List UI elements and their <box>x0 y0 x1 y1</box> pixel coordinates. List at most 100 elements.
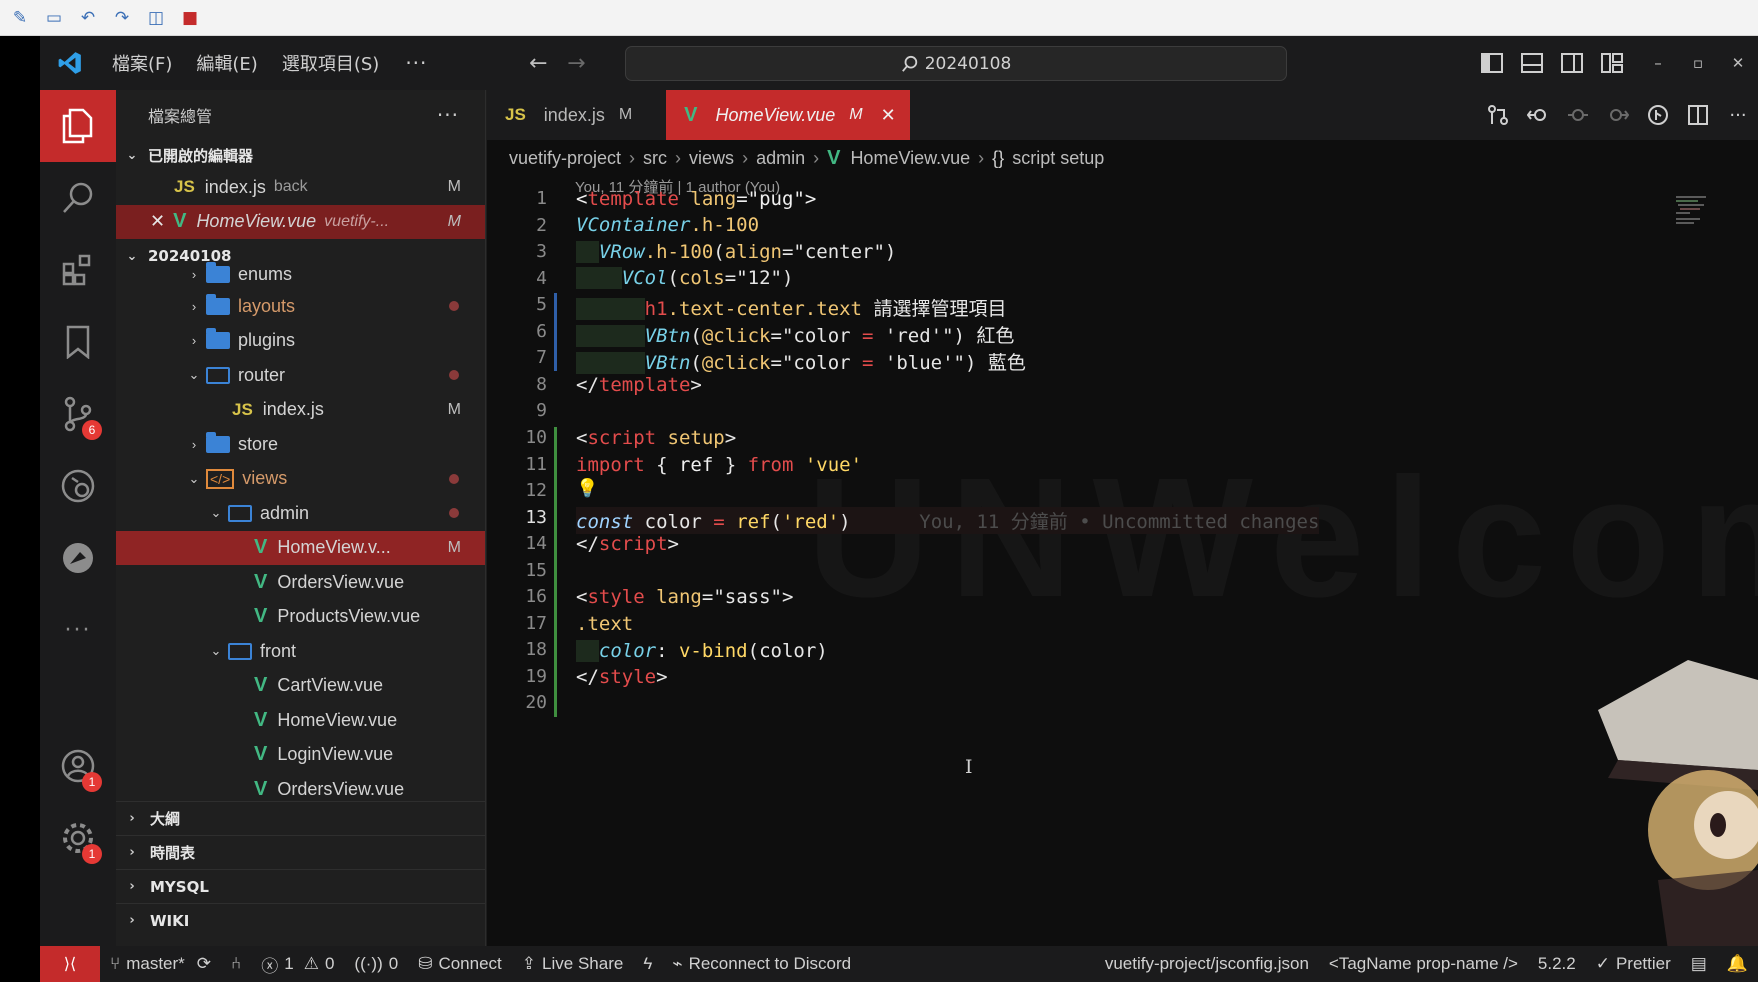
open-editors-section[interactable]: ⌄ 已開啟的編輯器 <box>116 140 485 170</box>
tree-folder[interactable]: ⌄ admin <box>116 496 485 531</box>
open-editor-item[interactable]: ✕ V HomeView.vue vuetify-... M <box>116 204 485 239</box>
code-line: VBtn(@click="color = 'red'") 紅色 <box>576 321 1014 348</box>
timeline-section[interactable]: › 時間表 <box>116 835 485 869</box>
app-icon[interactable]: ✎ <box>6 5 34 31</box>
next-change-icon[interactable] <box>1598 90 1638 140</box>
branch-indicator[interactable]: ⑂ master* ⟳ <box>100 954 221 974</box>
line-number: 6 <box>536 320 547 342</box>
discord-button[interactable]: ⌁ Reconnect to Discord <box>662 954 861 974</box>
tree-folder[interactable]: › layouts <box>116 289 485 324</box>
explorer-more-icon[interactable]: ··· <box>437 103 459 127</box>
prettier-indicator[interactable]: ✓ Prettier <box>1586 954 1681 974</box>
tree-file[interactable]: V ProductsView.vue <box>116 600 485 635</box>
monitor-icon[interactable]: ▭ <box>40 5 68 31</box>
screenshot-icon[interactable]: ◫ <box>142 5 170 31</box>
restore-icon[interactable]: ▫ <box>1678 36 1718 90</box>
wiki-section[interactable]: › WIKI <box>116 903 485 937</box>
feedback-icon[interactable]: ▤ <box>1681 954 1717 974</box>
menu-more-icon[interactable]: ··· <box>391 51 441 75</box>
manage-gear-icon[interactable]: 1 <box>40 802 116 874</box>
notifications-bell-icon[interactable]: 🔔 <box>1717 954 1758 974</box>
line-number: 4 <box>536 267 547 289</box>
tree-file[interactable]: V OrdersView.vue <box>116 772 485 799</box>
back-arrow-icon[interactable]: ← <box>519 51 557 76</box>
breadcrumb: vuetify-project › src › views › admin › V Ho… <box>509 146 1105 169</box>
breadcrumb-item[interactable]: src <box>643 148 667 169</box>
run-debug-icon[interactable] <box>40 450 116 522</box>
explorer-icon[interactable] <box>40 90 116 162</box>
command-center[interactable]: 20240108 <box>625 46 1287 81</box>
tree-file[interactable]: V CartView.vue <box>116 669 485 704</box>
ports-indicator[interactable]: ((·)) 0 <box>344 954 408 974</box>
tree-label: ProductsView.vue <box>277 606 421 627</box>
forward-arrow-icon[interactable]: → <box>557 51 595 76</box>
bookmark-icon[interactable] <box>40 306 116 378</box>
close-editor-icon[interactable]: ✕ <box>150 211 165 232</box>
tagname-indicator[interactable]: <TagName prop-name /> <box>1319 954 1528 974</box>
toggle-secondary-sidebar-icon[interactable] <box>1552 36 1592 90</box>
live-share-icon: ⇪ <box>521 954 537 973</box>
split-editor-icon[interactable] <box>1678 90 1718 140</box>
problems-indicator[interactable]: ⓧ 1 ⚠ 0 <box>251 952 344 977</box>
tree-file[interactable]: V HomeView.vue <box>116 703 485 738</box>
remote-explorer-icon[interactable] <box>40 522 116 594</box>
undo-icon[interactable]: ↶ <box>74 5 102 31</box>
lightbulb-icon[interactable]: 💡 <box>576 478 598 499</box>
tab-label: HomeView.vue <box>715 104 836 125</box>
menu-selection[interactable]: 選取項目(S) <box>270 36 391 90</box>
tree-file[interactable]: V OrdersView.vue <box>116 565 485 600</box>
tree-folder[interactable]: › plugins <box>116 324 485 359</box>
version-indicator[interactable]: 5.2.2 <box>1528 954 1586 974</box>
record-icon[interactable]: ■ <box>176 5 204 31</box>
tree-folder[interactable]: › store <box>116 427 485 462</box>
connect-button[interactable]: ⛁ Connect <box>408 954 512 974</box>
breadcrumb-item[interactable]: script setup <box>1012 148 1104 169</box>
close-tab-icon[interactable]: ✕ <box>881 105 896 126</box>
tree-file[interactable]: V LoginView.vue <box>116 738 485 773</box>
close-window-icon[interactable]: ✕ <box>1718 36 1758 90</box>
error-icon: ⓧ <box>261 956 279 976</box>
mysql-section[interactable]: › MYSQL <box>116 869 485 903</box>
redo-icon[interactable]: ↷ <box>108 5 136 31</box>
tab-homeview-vue[interactable]: V HomeView.vue M ✕ <box>666 90 910 140</box>
open-changes-icon[interactable] <box>1478 90 1518 140</box>
customize-layout-icon[interactable] <box>1592 36 1632 90</box>
inline-blame[interactable]: You, 11 分鐘前 • Uncommitted changes <box>919 511 1319 533</box>
tree-file-selected[interactable]: V HomeView.v... M <box>116 530 485 565</box>
tree-folder[interactable]: ⌄ </> views <box>116 462 485 497</box>
tree-folder[interactable]: › enums <box>116 259 485 289</box>
live-share-button[interactable]: ⇪ Live Share <box>512 954 634 974</box>
breadcrumb-item[interactable]: views <box>689 148 734 169</box>
previous-change-icon[interactable] <box>1558 90 1598 140</box>
tree-folder[interactable]: ⌄ router <box>116 358 485 393</box>
breadcrumb-item[interactable]: vuetify-project <box>509 148 621 169</box>
toggle-panel-icon[interactable] <box>1512 36 1552 90</box>
open-editor-item[interactable]: JS index.js back M <box>116 170 485 205</box>
breadcrumb-item[interactable]: HomeView.vue <box>850 148 970 169</box>
gitlens-icon[interactable] <box>1638 90 1678 140</box>
toggle-primary-sidebar-icon[interactable] <box>1472 36 1512 90</box>
outline-section[interactable]: › 大綱 <box>116 801 485 835</box>
menu-edit[interactable]: 編輯(E) <box>184 36 269 90</box>
breadcrumb-item[interactable]: admin <box>756 148 805 169</box>
menu-file[interactable]: 檔案(F) <box>100 36 184 90</box>
source-control-icon[interactable]: 6 <box>40 378 116 450</box>
remote-indicator-icon[interactable]: ⟩⟨ <box>40 946 100 982</box>
tab-index-js[interactable]: JS index.js M <box>487 90 650 140</box>
accounts-icon[interactable]: 1 <box>40 730 116 802</box>
code-line: import { ref } from 'vue' <box>576 454 863 476</box>
more-actions-icon[interactable]: ··· <box>1718 90 1758 140</box>
more-views-icon[interactable]: ··· <box>40 594 116 666</box>
branch-name: master* <box>126 954 185 973</box>
git-graph-icon[interactable]: ⑃ <box>221 954 251 974</box>
search-activity-icon[interactable] <box>40 162 116 234</box>
tree-file[interactable]: JS index.js M <box>116 393 485 428</box>
editor-actions: ··· <box>1478 90 1758 140</box>
extensions-icon[interactable] <box>40 234 116 306</box>
jsconfig-indicator[interactable]: vuetify-project/jsconfig.json <box>1095 954 1319 974</box>
tree-folder[interactable]: ⌄ front <box>116 634 485 669</box>
minimize-icon[interactable]: – <box>1638 36 1678 90</box>
lightning-icon[interactable]: ϟ <box>633 954 662 974</box>
git-history-icon[interactable] <box>1518 90 1558 140</box>
sync-icon[interactable]: ⟳ <box>197 954 211 974</box>
